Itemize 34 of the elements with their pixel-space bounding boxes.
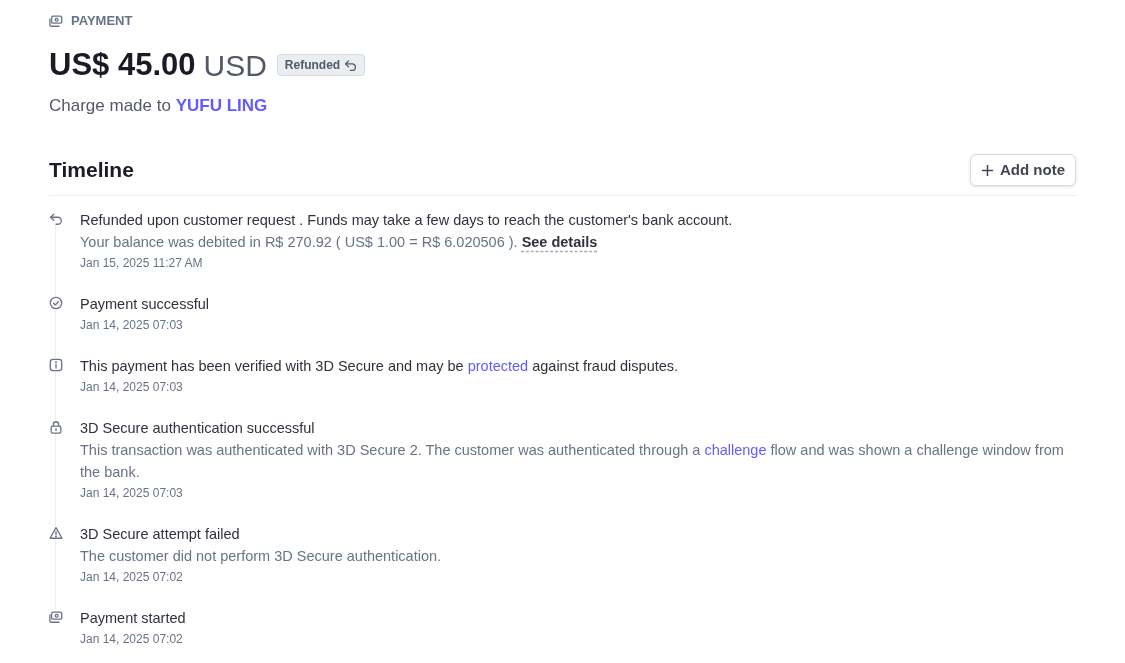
section-title: Timeline [49, 157, 134, 184]
event-time: Jan 14, 2025 07:03 [80, 379, 184, 396]
event-description: The customer did not perform 3D Secure authentication. [80, 547, 443, 566]
event-time: Jan 14, 2025 07:02 [80, 631, 184, 648]
inline-link[interactable]: protected [467, 358, 529, 374]
event-title: Payment successful [80, 295, 210, 314]
event-description: This transaction was authenticated with 3D Secure 2. The customer was authenticated through a challenge flow and was shown a challenge window from the bank. [80, 441, 1065, 482]
eyebrow-label: PAYMENT [71, 12, 133, 31]
event-description: Your balance was debited in R$ 270.92 ( US$ 1.00 = R$ 6.020506 ). See details [80, 233, 599, 252]
event-title: This payment has been verified with 3D Secure and may be protected against fraud disputes. [80, 357, 680, 376]
see-details-link[interactable]: See details [521, 234, 598, 250]
payment-amount: US$ 45.00 [49, 46, 196, 84]
event-title: 3D Secure attempt failed [80, 525, 241, 544]
customer-link[interactable]: YUFU LING [175, 95, 268, 115]
event-time: Jan 14, 2025 07:02 [80, 569, 184, 586]
event-time: Jan 14, 2025 07:03 [80, 485, 184, 502]
add-note-button[interactable]: Add note [970, 154, 1076, 186]
event-title: 3D Secure authentication successful [80, 419, 316, 438]
check-circle-icon [49, 296, 63, 310]
event-time: Jan 15, 2025 11:27 AM [80, 255, 204, 272]
warning-icon [49, 526, 63, 540]
lock-icon [49, 420, 63, 434]
plus-icon [981, 163, 994, 177]
inline-link[interactable]: challenge [704, 442, 767, 458]
banknote-icon [49, 14, 63, 28]
event-title: Refunded upon customer request . Funds may take a few days to reach the customer's bank account. [80, 211, 734, 230]
charge-label: Charge made to [49, 95, 172, 115]
info-icon [49, 358, 63, 372]
currency-code: USD [203, 47, 267, 84]
event-title: Payment started [80, 609, 187, 628]
event-time: Jan 14, 2025 07:03 [80, 317, 184, 334]
status-badge: Refunded [276, 54, 366, 77]
return-arrow-icon [344, 58, 358, 72]
banknote-icon [49, 610, 63, 624]
